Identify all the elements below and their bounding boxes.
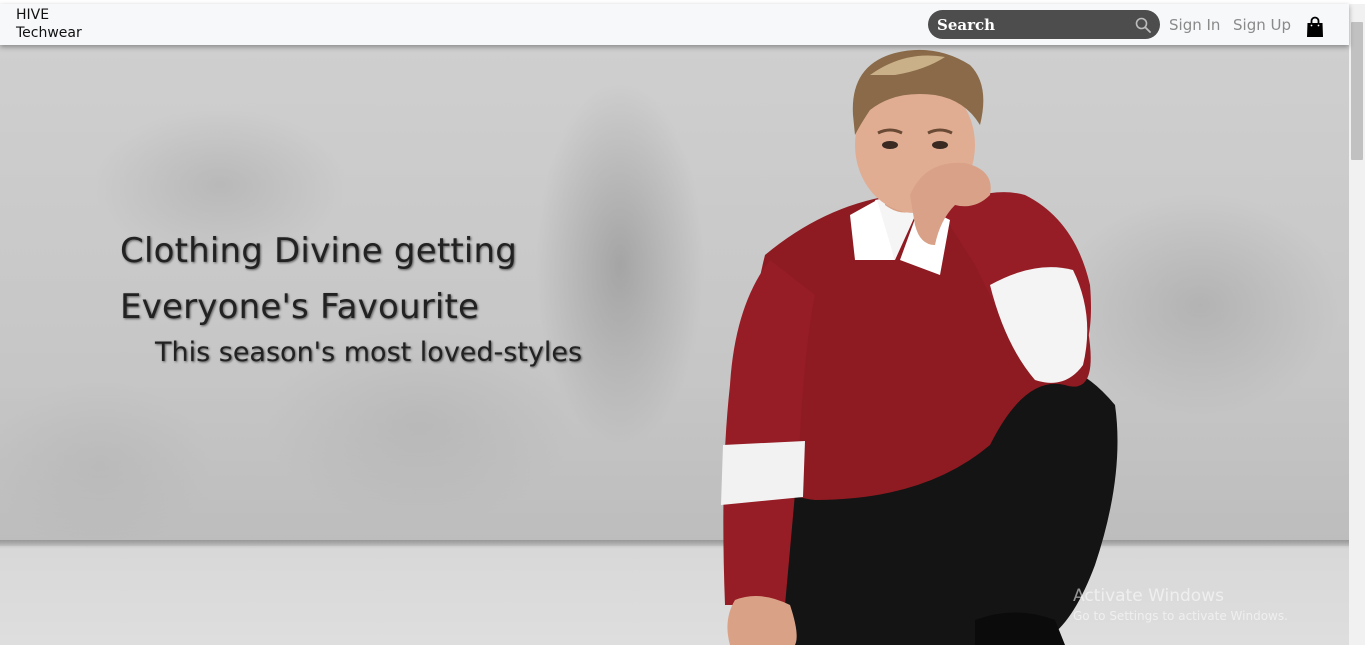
search-input[interactable] bbox=[937, 14, 1127, 35]
hero-headline-line-2: Everyone's Favourite bbox=[120, 287, 480, 327]
sign-in-link[interactable]: Sign In bbox=[1169, 16, 1220, 34]
search-icon[interactable] bbox=[1135, 17, 1151, 33]
shopping-bag-icon[interactable] bbox=[1306, 16, 1324, 38]
hero-tagline: This season's most loved-styles bbox=[155, 337, 583, 368]
watermark-subtitle: Go to Settings to activate Windows. bbox=[1073, 609, 1288, 623]
page: HIVE Techwear Sign In Sign Up bbox=[0, 0, 1365, 645]
brand-line-1: HIVE bbox=[16, 7, 50, 23]
hero-banner: Clothing Divine getting Everyone's Favou… bbox=[0, 45, 1349, 645]
brand-line-2: Techwear bbox=[16, 25, 82, 41]
hero-headline-line-1: Clothing Divine getting bbox=[120, 231, 518, 271]
navbar: HIVE Techwear Sign In Sign Up bbox=[0, 4, 1349, 45]
scrollbar-thumb[interactable] bbox=[1351, 22, 1363, 160]
windows-activation-watermark: Activate Windows Go to Settings to activ… bbox=[1073, 585, 1288, 625]
vertical-scrollbar[interactable] bbox=[1349, 4, 1365, 645]
brand-logo[interactable]: HIVE Techwear bbox=[16, 6, 82, 42]
search-bar bbox=[928, 10, 1160, 39]
sign-up-link[interactable]: Sign Up bbox=[1233, 16, 1291, 34]
hero-headline: Clothing Divine getting Everyone's Favou… bbox=[120, 223, 517, 335]
hero-model-image bbox=[721, 49, 1118, 645]
watermark-title: Activate Windows bbox=[1073, 586, 1224, 606]
